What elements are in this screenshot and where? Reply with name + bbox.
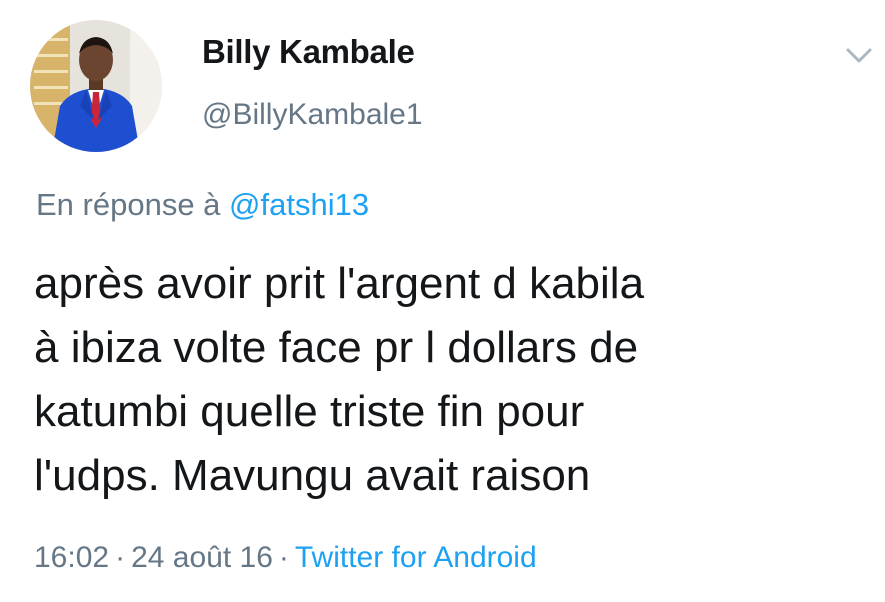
tweet-meta: 16:02 · 24 août 16 · Twitter for Android bbox=[34, 541, 537, 575]
reply-prefix: En réponse à bbox=[36, 187, 221, 222]
tweet-source-link[interactable]: Twitter for Android bbox=[295, 541, 537, 574]
meta-separator: · bbox=[278, 541, 289, 574]
tweet-text-line: katumbi quelle triste fin pour bbox=[34, 387, 585, 436]
tweet-time[interactable]: 16:02 bbox=[34, 541, 109, 574]
tweet-card: Billy Kambale @BillyKambale1 En réponse … bbox=[0, 0, 885, 602]
tweet-text-line: à ibiza volte face pr l dollars de bbox=[34, 323, 639, 372]
reply-context: En réponse à @fatshi13 bbox=[36, 187, 369, 223]
chevron-down-icon[interactable] bbox=[842, 40, 876, 70]
tweet-text-line: l'udps. Mavungu avait raison bbox=[34, 451, 591, 500]
author-handle[interactable]: @BillyKambale1 bbox=[202, 98, 423, 132]
avatar[interactable] bbox=[30, 20, 162, 152]
reply-mention-link[interactable]: @fatshi13 bbox=[229, 187, 369, 222]
tweet-text-line: après avoir prit l'argent d kabila bbox=[34, 259, 645, 308]
tweet-date[interactable]: 24 août 16 bbox=[131, 541, 273, 574]
author-display-name[interactable]: Billy Kambale bbox=[202, 33, 415, 71]
meta-separator: · bbox=[115, 541, 126, 574]
tweet-text: après avoir prit l'argent d kabila à ibi… bbox=[34, 252, 864, 508]
